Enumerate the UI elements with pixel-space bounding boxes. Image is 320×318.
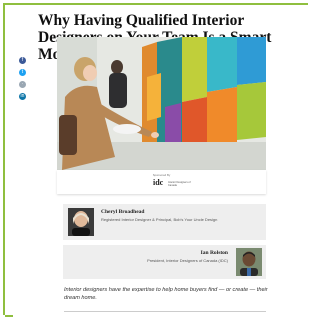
author-role: President, Interior Designers of Canada … <box>147 258 228 263</box>
sponsor-tagline: Interior Designers of Canada <box>168 181 191 187</box>
author-name: Cheryl Broadhead <box>101 209 145 215</box>
linkedin-icon[interactable]: in <box>19 93 26 100</box>
sponsor-label: Sponsored By <box>152 173 171 177</box>
author-role: Registered Interior Designer & Principal… <box>101 217 218 222</box>
share-bar: f t · in <box>19 57 26 105</box>
facebook-icon[interactable]: f <box>19 57 26 64</box>
avatar <box>68 208 94 236</box>
sponsor-strip: Sponsored By idc Interior Designers of C… <box>57 170 266 194</box>
twitter-icon[interactable]: t <box>19 69 26 76</box>
link-icon[interactable]: · <box>19 81 26 88</box>
hero-image <box>57 37 266 170</box>
sponsor-logo[interactable]: idc <box>153 178 163 187</box>
author-card: Ian Rolston President, Interior Designer… <box>63 245 266 279</box>
frame-corner <box>5 315 13 317</box>
article-lede: Interior designers have the expertise to… <box>64 287 268 301</box>
avatar <box>236 248 262 276</box>
author-card: Cheryl Broadhead Registered Interior Des… <box>63 204 266 240</box>
author-name: Ian Rolston <box>200 250 228 256</box>
divider <box>64 311 266 312</box>
